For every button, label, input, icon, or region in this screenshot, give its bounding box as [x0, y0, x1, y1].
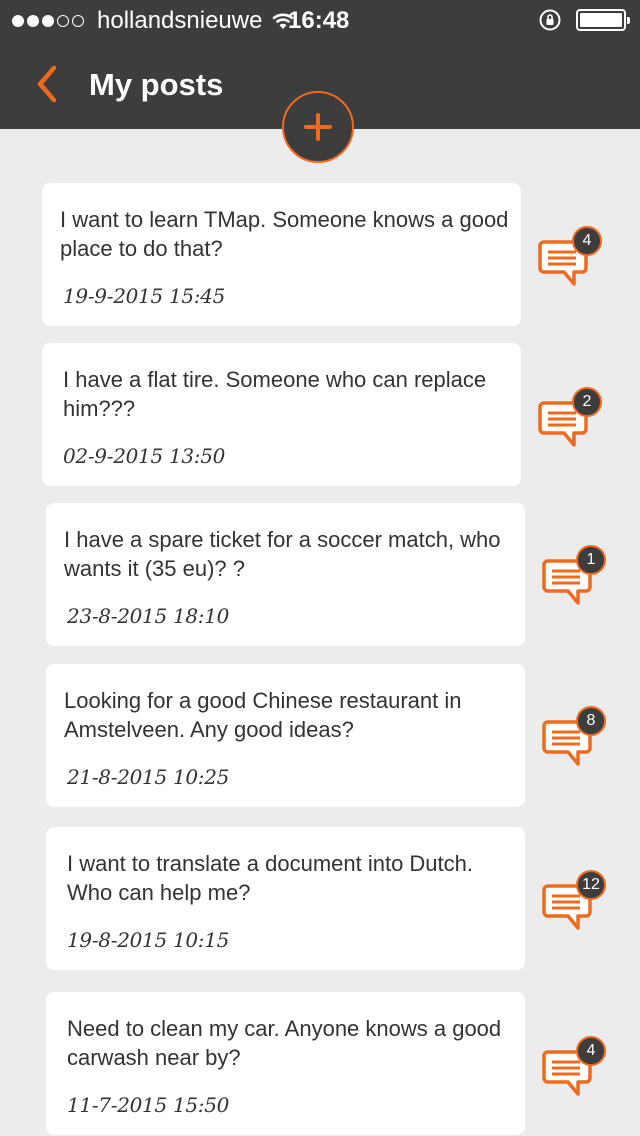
- post-card[interactable]: Looking for a good Chinese restaurant in…: [46, 664, 525, 807]
- comments-button[interactable]: 4: [538, 226, 608, 296]
- comments-button[interactable]: 12: [542, 870, 612, 940]
- comments-button[interactable]: 8: [542, 706, 612, 776]
- post-text: Looking for a good Chinese restaurant in…: [64, 688, 462, 742]
- comment-count-badge: 2: [572, 387, 602, 417]
- signal-strength-icon: [12, 15, 87, 27]
- post-card[interactable]: I have a spare ticket for a soccer match…: [46, 503, 525, 646]
- post-date: 02-9-2015 13:50: [63, 444, 226, 468]
- post-text: Need to clean my car. Anyone knows a goo…: [67, 1016, 502, 1070]
- comment-count-badge: 4: [576, 1036, 606, 1066]
- comment-count-badge: 12: [576, 870, 606, 900]
- post-card[interactable]: I want to learn TMap. Someone knows a go…: [42, 183, 521, 326]
- post-date: 11-7-2015 15:50: [67, 1093, 230, 1117]
- comments-button[interactable]: 2: [538, 387, 608, 457]
- chevron-left-icon: [37, 65, 57, 103]
- back-button[interactable]: [28, 62, 68, 106]
- post-card[interactable]: I have a flat tire. Someone who can repl…: [42, 343, 521, 486]
- post-date: 21-8-2015 10:25: [67, 765, 230, 789]
- post-date: 19-9-2015 15:45: [63, 284, 226, 308]
- comments-button[interactable]: 4: [542, 1036, 612, 1106]
- add-post-button[interactable]: [282, 91, 354, 163]
- post-date: 19-8-2015 10:15: [67, 928, 230, 952]
- status-time: 16:48: [288, 7, 350, 34]
- battery-icon: [576, 9, 630, 31]
- comment-count-badge: 8: [576, 706, 606, 736]
- plus-icon: [304, 113, 332, 141]
- carrier-name: hollandsnieuwe: [97, 7, 263, 34]
- post-card[interactable]: Need to clean my car. Anyone knows a goo…: [46, 992, 525, 1135]
- rotation-lock-icon: [539, 9, 561, 31]
- comment-count-badge: 1: [576, 545, 606, 575]
- post-text: I want to translate a document into Dutc…: [67, 851, 474, 905]
- status-bar: hollandsnieuwe 16:48: [0, 0, 640, 42]
- comments-button[interactable]: 1: [542, 545, 612, 615]
- post-text: I want to learn TMap. Someone knows a go…: [60, 207, 509, 261]
- comment-count-badge: 4: [572, 226, 602, 256]
- post-card[interactable]: I want to translate a document into Dutc…: [46, 827, 525, 970]
- post-text: I have a spare ticket for a soccer match…: [64, 527, 501, 581]
- page-title: My posts: [89, 67, 224, 102]
- post-date: 23-8-2015 18:10: [67, 604, 230, 628]
- post-text: I have a flat tire. Someone who can repl…: [63, 367, 487, 421]
